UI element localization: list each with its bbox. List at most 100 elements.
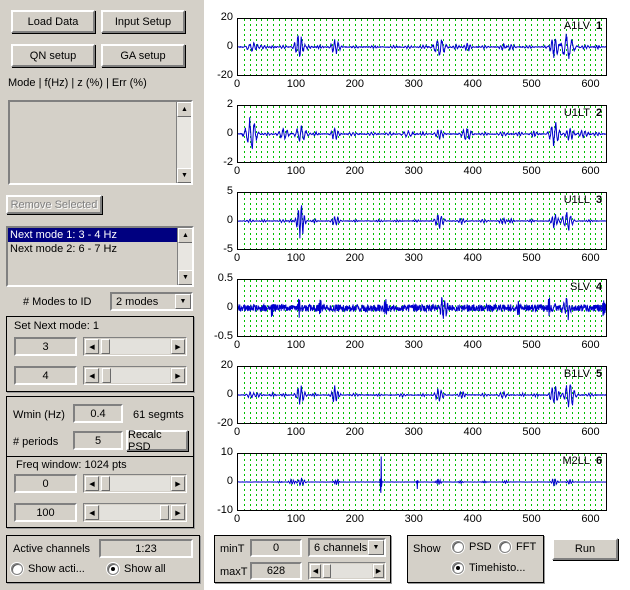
x-axis-tick-label: 400 bbox=[463, 426, 482, 438]
x-axis-tick-label: 0 bbox=[233, 339, 241, 351]
list-item[interactable]: Next mode 1: 3 - 4 Hz bbox=[8, 228, 177, 242]
x-axis-tick-label: 500 bbox=[522, 426, 541, 438]
freq-high-slider[interactable]: ◀ ▶ bbox=[83, 503, 187, 522]
x-axis-tick-label: 500 bbox=[522, 513, 541, 525]
channels-dropdown[interactable]: 6 channels ▼ bbox=[308, 538, 386, 557]
show-timehistory-radio[interactable]: Timehisto... bbox=[452, 562, 525, 574]
slider-thumb[interactable] bbox=[101, 339, 110, 354]
identified-modes-listbox[interactable]: ▲ ▼ bbox=[8, 100, 193, 185]
x-axis-tick-label: 200 bbox=[345, 165, 364, 177]
identified-modes-scrollbar[interactable]: ▲ ▼ bbox=[176, 102, 191, 183]
slider-right-arrow-icon[interactable]: ▶ bbox=[171, 368, 185, 383]
x-axis-tick-label: 200 bbox=[345, 513, 364, 525]
x-axis-tick-label: 0 bbox=[233, 78, 241, 90]
run-button[interactable]: Run bbox=[552, 538, 618, 560]
freq-high-field[interactable]: 100 bbox=[14, 503, 77, 522]
mode-low-field[interactable]: 3 bbox=[14, 337, 77, 356]
mode-low-slider[interactable]: ◀ ▶ bbox=[83, 337, 187, 356]
x-axis-tick-label: 400 bbox=[463, 252, 482, 264]
trace-name-label: A1LV bbox=[563, 20, 590, 32]
trace-name-label: U1LT bbox=[563, 107, 590, 119]
trace-index-label: 3 bbox=[596, 194, 603, 206]
segments-label: 61 segmts bbox=[133, 409, 184, 421]
recalc-psd-button[interactable]: Recalc PSD bbox=[126, 428, 188, 453]
x-axis-tick-label: 300 bbox=[404, 252, 423, 264]
x-axis-tick-label: 300 bbox=[404, 78, 423, 90]
wmin-field[interactable]: 0.4 bbox=[73, 404, 123, 423]
chevron-down-icon[interactable]: ▼ bbox=[368, 540, 384, 555]
x-axis-tick-label: 600 bbox=[581, 426, 600, 438]
slider-thumb[interactable] bbox=[102, 368, 111, 383]
num-modes-value: 2 modes bbox=[116, 295, 159, 308]
qn-setup-label: QN setup bbox=[29, 49, 77, 62]
scroll-up-icon[interactable]: ▲ bbox=[177, 102, 191, 117]
slider-thumb[interactable] bbox=[101, 476, 110, 491]
show-active-radio[interactable]: Show acti... bbox=[11, 563, 85, 575]
x-axis-tick-label: 300 bbox=[404, 165, 423, 177]
freq-low-slider[interactable]: ◀ ▶ bbox=[83, 474, 187, 493]
qn-setup-button[interactable]: QN setup bbox=[11, 44, 95, 67]
slider-left-arrow-icon[interactable]: ◀ bbox=[85, 476, 99, 491]
y-axis-tick-label: 2 bbox=[226, 98, 233, 110]
x-axis-tick-label: 500 bbox=[522, 339, 541, 351]
freq-low-value: 0 bbox=[42, 477, 49, 490]
scrollbar-track[interactable] bbox=[178, 243, 192, 270]
radio-indicator[interactable] bbox=[107, 563, 119, 575]
slider-right-arrow-icon[interactable]: ▶ bbox=[171, 476, 185, 491]
slider-left-arrow-icon[interactable]: ◀ bbox=[85, 505, 99, 520]
next-modes-rows: Next mode 1: 3 - 4 Hz Next mode 2: 6 - 7 … bbox=[8, 228, 177, 256]
max-t-field[interactable]: 628 bbox=[250, 562, 302, 580]
remove-selected-button[interactable]: Remove Selected bbox=[6, 195, 102, 214]
trace-index-label: 1 bbox=[596, 20, 603, 32]
scroll-down-icon[interactable]: ▼ bbox=[178, 270, 192, 285]
list-item[interactable]: Next mode 2: 6 - 7 Hz bbox=[8, 242, 177, 256]
recalc-psd-label: Recalc PSD bbox=[128, 428, 162, 453]
slider-left-arrow-icon[interactable]: ◀ bbox=[85, 368, 99, 383]
slider-right-arrow-icon[interactable]: ▶ bbox=[171, 339, 185, 354]
x-axis-tick-label: 500 bbox=[522, 78, 541, 90]
trace-index-label: 4 bbox=[596, 281, 603, 293]
max-t-slider[interactable]: ◀ ▶ bbox=[308, 562, 386, 580]
scrollbar-track[interactable] bbox=[177, 117, 191, 168]
slider-right-arrow-icon[interactable]: ▶ bbox=[373, 564, 384, 578]
show-all-radio[interactable]: Show all bbox=[107, 563, 166, 575]
x-axis-tick-label: 100 bbox=[286, 252, 306, 264]
min-t-field[interactable]: 0 bbox=[250, 539, 302, 557]
num-modes-dropdown[interactable]: 2 modes ▼ bbox=[110, 292, 193, 311]
mode-high-field[interactable]: 4 bbox=[14, 366, 77, 385]
show-psd-radio[interactable]: PSD bbox=[452, 541, 492, 553]
slider-right-arrow-icon[interactable]: ▶ bbox=[171, 505, 185, 520]
y-axis-tick-label: 0 bbox=[226, 301, 233, 313]
slider-thumb[interactable] bbox=[323, 564, 331, 578]
input-setup-button[interactable]: Input Setup bbox=[101, 10, 185, 33]
x-axis-tick-label: 0 bbox=[233, 165, 241, 177]
radio-indicator[interactable] bbox=[452, 562, 464, 574]
y-axis-tick-label: 0 bbox=[226, 214, 233, 226]
periods-field[interactable]: 5 bbox=[73, 431, 123, 450]
slider-trough[interactable] bbox=[100, 339, 170, 354]
slider-left-arrow-icon[interactable]: ◀ bbox=[85, 339, 99, 354]
show-fft-radio[interactable]: FFT bbox=[499, 541, 536, 553]
scroll-down-icon[interactable]: ▼ bbox=[177, 168, 191, 183]
slider-left-arrow-icon[interactable]: ◀ bbox=[310, 564, 321, 578]
ga-setup-button[interactable]: GA setup bbox=[101, 44, 185, 67]
radio-indicator[interactable] bbox=[11, 563, 23, 575]
radio-indicator[interactable] bbox=[452, 541, 464, 553]
slider-trough[interactable] bbox=[100, 476, 170, 491]
next-modes-listbox[interactable]: Next mode 1: 3 - 4 Hz Next mode 2: 6 - 7 … bbox=[6, 226, 194, 287]
radio-indicator[interactable] bbox=[499, 541, 511, 553]
mode-high-slider[interactable]: ◀ ▶ bbox=[83, 366, 187, 385]
scroll-up-icon[interactable]: ▲ bbox=[178, 228, 192, 243]
x-axis-tick-label: 0 bbox=[233, 426, 241, 438]
load-data-button[interactable]: Load Data bbox=[11, 10, 95, 33]
y-axis-tick-label: 5 bbox=[226, 185, 233, 197]
show-title: Show bbox=[413, 543, 441, 555]
slider-thumb[interactable] bbox=[160, 505, 169, 520]
next-modes-scrollbar[interactable]: ▲ ▼ bbox=[177, 228, 192, 285]
freq-low-field[interactable]: 0 bbox=[14, 474, 77, 493]
x-axis-tick-label: 0 bbox=[233, 513, 241, 525]
x-axis-tick-label: 600 bbox=[581, 78, 600, 90]
chevron-down-icon[interactable]: ▼ bbox=[175, 294, 191, 309]
active-channels-field[interactable]: 1:23 bbox=[99, 539, 193, 558]
y-axis-tick-label: 20 bbox=[220, 11, 233, 23]
